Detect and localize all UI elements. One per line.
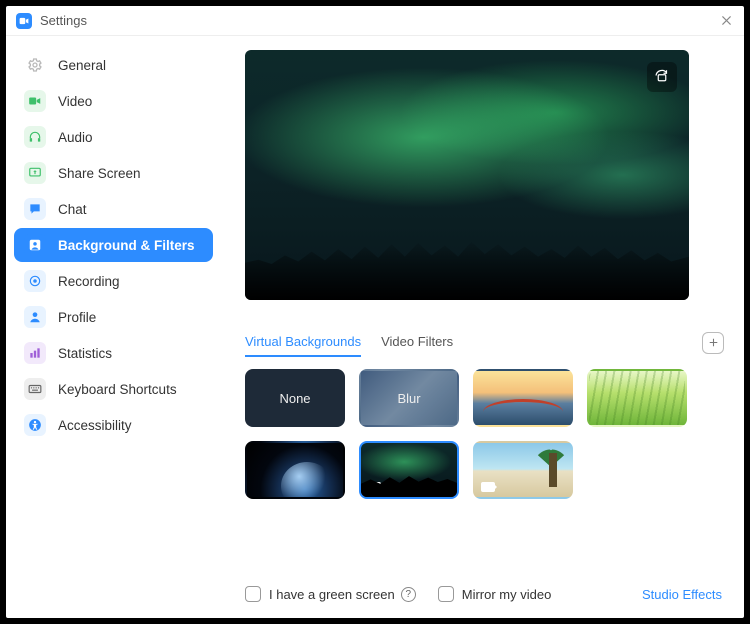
- add-background-button[interactable]: [702, 332, 724, 354]
- sidebar-item-label: Audio: [58, 130, 93, 145]
- video-icon: [24, 90, 46, 112]
- footer-options: I have a green screen ? Mirror my video …: [245, 586, 722, 602]
- profile-icon: [24, 306, 46, 328]
- sidebar: General Video Audio Share Screen Chat Ba…: [6, 36, 221, 618]
- sidebar-item-background-filters[interactable]: Background & Filters: [14, 228, 213, 262]
- label-mirror-video: Mirror my video: [462, 587, 552, 602]
- recording-icon: [24, 270, 46, 292]
- help-icon[interactable]: ?: [401, 587, 416, 602]
- sidebar-item-audio[interactable]: Audio: [14, 120, 213, 154]
- checkbox-mirror-video[interactable]: [438, 586, 454, 602]
- titlebar: Settings: [6, 6, 744, 36]
- accessibility-icon: [24, 414, 46, 436]
- sidebar-item-label: Recording: [58, 274, 120, 289]
- sidebar-item-chat[interactable]: Chat: [14, 192, 213, 226]
- share-screen-icon: [24, 162, 46, 184]
- sidebar-item-label: Keyboard Shortcuts: [58, 382, 177, 397]
- sidebar-item-accessibility[interactable]: Accessibility: [14, 408, 213, 442]
- gear-icon: [24, 54, 46, 76]
- chat-icon: [24, 198, 46, 220]
- video-icon: [481, 482, 495, 492]
- thumb-label: None: [247, 371, 343, 425]
- content-pane: Virtual Backgrounds Video Filters None B…: [221, 36, 744, 618]
- tab-virtual-backgrounds[interactable]: Virtual Backgrounds: [245, 328, 361, 357]
- sidebar-item-label: Accessibility: [58, 418, 132, 433]
- sidebar-item-label: Profile: [58, 310, 96, 325]
- background-tabs: Virtual Backgrounds Video Filters: [245, 328, 724, 357]
- app-icon: [16, 13, 32, 29]
- sidebar-item-label: Statistics: [58, 346, 112, 361]
- thumb-beach[interactable]: [473, 441, 573, 499]
- sidebar-item-label: Video: [58, 94, 92, 109]
- sidebar-item-label: Chat: [58, 202, 87, 217]
- person-frame-icon: [24, 234, 46, 256]
- sidebar-item-label: General: [58, 58, 106, 73]
- sidebar-item-keyboard-shortcuts[interactable]: Keyboard Shortcuts: [14, 372, 213, 406]
- label-green-screen: I have a green screen: [269, 587, 395, 602]
- tab-video-filters[interactable]: Video Filters: [381, 328, 453, 357]
- sidebar-item-share-screen[interactable]: Share Screen: [14, 156, 213, 190]
- thumb-aurora[interactable]: [359, 441, 459, 499]
- close-icon[interactable]: [718, 13, 734, 29]
- video-icon: [367, 482, 381, 492]
- thumb-label: Blur: [361, 371, 457, 425]
- sidebar-item-general[interactable]: General: [14, 48, 213, 82]
- bar-chart-icon: [24, 342, 46, 364]
- thumb-blur[interactable]: Blur: [359, 369, 459, 427]
- thumb-none[interactable]: None: [245, 369, 345, 427]
- thumb-earth-space[interactable]: [245, 441, 345, 499]
- headphones-icon: [24, 126, 46, 148]
- preview-background-aurora: [245, 50, 689, 300]
- keyboard-icon: [24, 378, 46, 400]
- sidebar-item-label: Background & Filters: [58, 238, 195, 253]
- sidebar-item-label: Share Screen: [58, 166, 141, 181]
- studio-effects-link[interactable]: Studio Effects: [642, 587, 722, 602]
- video-preview: [245, 50, 689, 300]
- sidebar-item-statistics[interactable]: Statistics: [14, 336, 213, 370]
- rotate-camera-button[interactable]: [647, 62, 677, 92]
- window-title: Settings: [40, 13, 87, 28]
- sidebar-item-recording[interactable]: Recording: [14, 264, 213, 298]
- background-thumbnails: None Blur: [245, 369, 705, 499]
- checkbox-green-screen[interactable]: [245, 586, 261, 602]
- thumb-golden-gate[interactable]: [473, 369, 573, 427]
- settings-window: Settings General Video Audio Share Scree…: [6, 6, 744, 618]
- thumb-grass[interactable]: [587, 369, 687, 427]
- sidebar-item-video[interactable]: Video: [14, 84, 213, 118]
- sidebar-item-profile[interactable]: Profile: [14, 300, 213, 334]
